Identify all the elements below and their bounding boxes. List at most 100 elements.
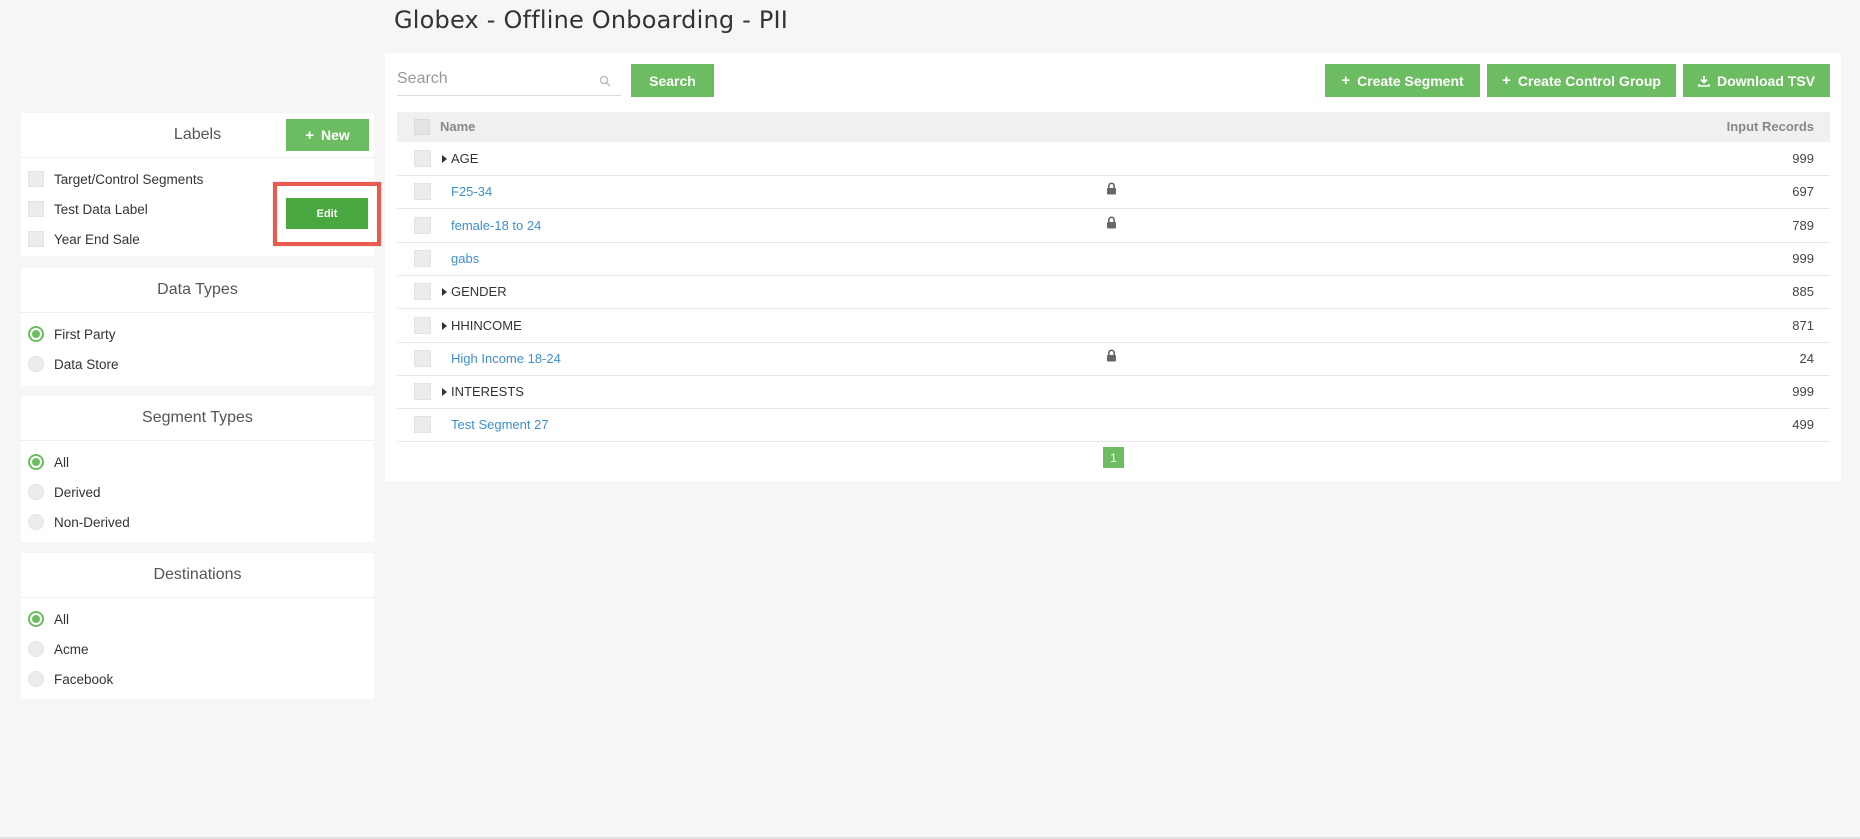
radio-unselected[interactable] (28, 514, 44, 530)
destination-facebook[interactable]: Facebook (21, 664, 374, 694)
label-checkbox[interactable] (28, 171, 44, 187)
input-records-value: 789 (1792, 217, 1814, 233)
lock-icon (1107, 349, 1116, 362)
new-label-button[interactable]: + New (286, 119, 369, 151)
new-label-button-text: New (320, 127, 350, 143)
column-header-input-records[interactable]: Input Records (1727, 119, 1814, 134)
page-title: Globex - Offline Onboarding - PII (394, 6, 789, 34)
radio-unselected[interactable] (28, 641, 44, 657)
segment-type-non-derived[interactable]: Non-Derived (21, 507, 374, 537)
segment-link[interactable]: Test Segment 27 (451, 417, 549, 432)
row-checkbox[interactable] (414, 383, 431, 401)
input-records-value: 871 (1792, 317, 1814, 333)
segment-types-panel-title: Segment Types (142, 409, 253, 426)
segment-link[interactable]: gabs (451, 251, 479, 266)
label-item-text: Year End Sale (54, 231, 140, 247)
input-records-value: 499 (1792, 417, 1814, 433)
expand-caret-icon[interactable] (442, 388, 447, 397)
segment-types-panel: Segment Types All Derived Non-Derived (21, 396, 374, 542)
segment-group-name[interactable]: HHINCOME (451, 318, 522, 333)
create-segment-text: Create Segment (1357, 72, 1464, 89)
search-box (397, 65, 621, 96)
radio-unselected[interactable] (28, 484, 44, 500)
edit-label-button[interactable]: Edit (286, 198, 368, 229)
row-checkbox[interactable] (414, 183, 431, 201)
column-header-name[interactable]: Name (440, 119, 475, 134)
segment-types-list: All Derived Non-Derived (21, 441, 374, 541)
expand-caret-icon[interactable] (442, 321, 447, 330)
destinations-panel: Destinations All Acme Facebook (21, 553, 374, 699)
plus-icon: + (1502, 72, 1511, 89)
table-row[interactable]: HHINCOME 871 (397, 309, 1830, 343)
download-tsv-button[interactable]: Download TSV (1683, 64, 1830, 97)
destination-label: Acme (54, 641, 89, 657)
download-tsv-text: Download TSV (1717, 72, 1815, 89)
row-checkbox[interactable] (414, 316, 431, 334)
segment-type-derived[interactable]: Derived (21, 477, 374, 507)
label-checkbox[interactable] (28, 201, 44, 217)
data-types-list: First Party Data Store (21, 313, 374, 383)
table-header: Name Input Records (397, 112, 1830, 142)
destination-acme[interactable]: Acme (21, 634, 374, 664)
input-records-value: 999 (1792, 384, 1814, 400)
row-checkbox[interactable] (414, 349, 431, 367)
row-checkbox[interactable] (414, 283, 431, 301)
data-type-label: First Party (54, 326, 116, 342)
table-row[interactable]: High Income 18-24 24 (397, 342, 1830, 376)
label-item-text: Target/Control Segments (54, 171, 204, 187)
row-checkbox[interactable] (414, 216, 431, 234)
destinations-panel-title: Destinations (153, 566, 242, 583)
input-records-value: 697 (1792, 184, 1814, 200)
table-row[interactable]: GENDER 885 (397, 275, 1830, 310)
input-records-value: 999 (1792, 250, 1814, 266)
data-types-panel-title: Data Types (157, 281, 238, 298)
data-type-first-party[interactable]: First Party (21, 319, 374, 349)
input-records-value: 24 (1799, 350, 1814, 366)
create-control-group-button[interactable]: + Create Control Group (1487, 64, 1676, 97)
search-button[interactable]: Search (631, 64, 714, 97)
radio-unselected[interactable] (28, 671, 44, 687)
segment-type-label: Non-Derived (54, 514, 130, 530)
segment-link[interactable]: High Income 18-24 (451, 351, 561, 366)
segment-link[interactable]: female-18 to 24 (451, 218, 541, 233)
data-type-data-store[interactable]: Data Store (21, 349, 374, 379)
segment-type-label: Derived (54, 484, 101, 500)
label-checkbox[interactable] (28, 231, 44, 247)
destinations-list: All Acme Facebook (21, 598, 374, 698)
destination-all[interactable]: All (21, 604, 374, 634)
radio-unselected[interactable] (28, 356, 44, 372)
pagination-page-1[interactable]: 1 (1103, 447, 1124, 468)
search-input[interactable] (397, 65, 587, 93)
data-types-panel-header: Data Types (21, 268, 374, 313)
create-segment-button[interactable]: + Create Segment (1325, 64, 1480, 97)
select-all-checkbox[interactable] (414, 119, 430, 135)
row-checkbox[interactable] (414, 150, 431, 167)
labels-panel-title: Labels (173, 126, 222, 143)
segment-group-name[interactable]: GENDER (451, 284, 507, 299)
segment-link[interactable]: F25-34 (451, 184, 492, 199)
expand-caret-icon[interactable] (442, 155, 447, 163)
data-types-panel: Data Types First Party Data Store (21, 268, 374, 386)
segment-type-label: All (54, 454, 70, 470)
table-row[interactable]: Test Segment 27 499 (397, 408, 1830, 443)
input-records-value: 885 (1792, 284, 1814, 300)
table-row[interactable]: F25-34 697 (397, 175, 1830, 210)
lock-icon (1107, 182, 1116, 195)
plus-icon: + (305, 126, 314, 144)
table-row[interactable]: female-18 to 24 789 (397, 209, 1830, 243)
table-row[interactable]: INTERESTS 999 (397, 375, 1830, 410)
radio-selected[interactable] (28, 454, 44, 470)
expand-caret-icon[interactable] (442, 288, 447, 297)
radio-selected[interactable] (28, 326, 44, 342)
row-checkbox[interactable] (414, 249, 431, 267)
segment-group-name[interactable]: INTERESTS (451, 384, 524, 399)
segments-card: Search + Create Segment + Create Control… (385, 53, 1841, 481)
row-checkbox[interactable] (414, 416, 431, 434)
segment-group-name[interactable]: AGE (451, 151, 478, 166)
table-row[interactable]: AGE 999 (397, 142, 1830, 176)
segment-types-panel-header: Segment Types (21, 396, 374, 441)
segment-type-all[interactable]: All (21, 447, 374, 477)
table-row[interactable]: gabs 999 (397, 242, 1830, 276)
input-records-value: 999 (1792, 151, 1814, 166)
radio-selected[interactable] (28, 611, 44, 627)
